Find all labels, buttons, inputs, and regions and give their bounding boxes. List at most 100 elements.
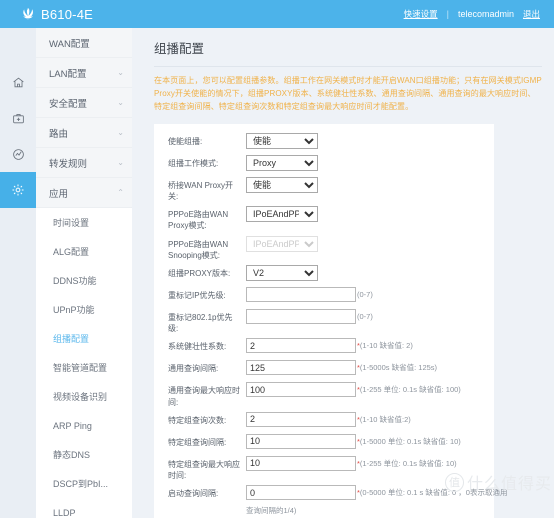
sidebar-subitem-label: 组播配置 xyxy=(53,334,90,344)
field-row-general-query-max-response-time: 通用查询最大响应时间: *(1-255 单位: 0.1s 缺省值: 100) xyxy=(168,382,494,407)
field-hint-wrap: *(1-255 单位: 0.1s 缺省值: 100) xyxy=(356,382,461,395)
chevron-up-icon: ⌃ xyxy=(117,187,124,197)
sidebar-item-video-device-id[interactable]: 视频设备识别 xyxy=(36,382,132,411)
chevron-down-icon: ⌄ xyxy=(117,97,124,107)
field-label: 重标记802.1p优先级: xyxy=(168,312,233,334)
system-robustness-input[interactable] xyxy=(246,338,356,354)
sidebar-subitem-label: 时间设置 xyxy=(53,218,90,228)
field-hint: (1-5000s 缺省值: 125s) xyxy=(359,363,438,373)
field-label: PPPoE路由WAN Snooping模式: xyxy=(168,239,229,260)
general-query-max-response-time-input[interactable] xyxy=(246,382,356,398)
router-admin-page: B610-4E 快速设置 | telecomadmin 退出 WAN配置 LAN… xyxy=(0,0,554,518)
sidebar-item-alg-config[interactable]: ALG配置 xyxy=(36,237,132,266)
speedometer-icon xyxy=(12,148,25,161)
remark-8021p-priority-input[interactable] xyxy=(246,308,356,324)
sidebar-item-label: 路由 xyxy=(49,128,69,140)
rail-item-home[interactable] xyxy=(0,64,36,100)
sidebar-item-label: 转发规则 xyxy=(49,158,88,170)
brand: B610-4E xyxy=(20,6,93,22)
field-label: 特定组查询次数: xyxy=(168,415,227,425)
gear-icon xyxy=(11,183,25,197)
field-hint: (1-255 单位: 0.1s 缺省值: 100) xyxy=(359,385,461,395)
sidebar-item-label: 安全配置 xyxy=(49,98,88,110)
field-control: Proxy xyxy=(246,154,318,171)
startup-query-interval-input[interactable] xyxy=(246,485,356,501)
sidebar-item-lan[interactable]: LAN配置 ⌄ xyxy=(36,58,132,88)
sidebar-item-label: LAN配置 xyxy=(49,68,87,80)
sidebar-item-dscp-to-pbit[interactable]: DSCP到PbI... xyxy=(36,469,132,498)
sidebar-subitem-label: 静态DNS xyxy=(53,450,91,460)
sidebar-subitem-label: ARP Ping xyxy=(53,420,92,431)
multicast-proxy-version-select[interactable]: V2 xyxy=(246,264,318,281)
rail-item-settings[interactable] xyxy=(0,172,42,208)
sidebar-item-wan[interactable]: WAN配置 xyxy=(36,28,132,58)
body-wrapper: WAN配置 LAN配置 ⌄ 安全配置 ⌄ 路由 ⌄ 转发规则 ⌄ 应用 ⌃ 时间… xyxy=(0,28,554,518)
field-label: 重标记IP优先级: xyxy=(168,290,226,300)
field-row-general-query-interval: 通用查询间隔: *(1-5000s 缺省值: 125s) xyxy=(168,360,494,378)
remark-ip-priority-input[interactable] xyxy=(246,286,356,302)
sidebar-item-security[interactable]: 安全配置 ⌄ xyxy=(36,88,132,118)
field-row-multicast-work-mode: 组播工作模式: Proxy xyxy=(168,154,494,173)
field-label: 启动查询间隔: xyxy=(168,489,219,499)
general-query-interval-input[interactable] xyxy=(246,360,356,376)
toolbox-icon xyxy=(12,112,25,125)
field-control: IPoEAndPPPoE xyxy=(246,206,318,223)
logout-link[interactable]: 退出 xyxy=(523,8,540,20)
field-label: 使能组播: xyxy=(168,136,203,146)
field-label: 系统健壮性系数: xyxy=(168,342,227,352)
rail-item-monitor[interactable] xyxy=(0,136,36,172)
field-hint: (0-7) xyxy=(357,289,373,299)
sidebar-item-upnp[interactable]: UPnP功能 xyxy=(36,295,132,324)
specific-group-query-interval-input[interactable] xyxy=(246,433,356,449)
page-title: 组播配置 xyxy=(154,38,542,67)
main-content: 组播配置 在本页面上，您可以配置组播参数。组播工作在网关模式时才能开启WAN口组… xyxy=(132,28,554,518)
field-hint-wrap: *(1-10 缺省值:2) xyxy=(356,412,411,425)
field-hint: (0-5000 单位: 0.1 s 缺省值: 0 ，0表示取通用 xyxy=(359,488,508,498)
field-row-remark-ip-priority: 重标记IP优先级: (0-7) xyxy=(168,286,494,305)
field-row-specific-group-query-count: 特定组查询次数: *(1-10 缺省值:2) xyxy=(168,411,494,430)
field-row-specific-group-query-interval: 特定组查询间隔: *(1-5000 单位: 0.1s 缺省值: 10) xyxy=(168,433,494,452)
rail-spacer xyxy=(0,28,36,64)
multicast-work-mode-select[interactable]: Proxy xyxy=(246,154,318,171)
specific-group-query-max-response-time-input[interactable] xyxy=(246,455,356,471)
field-row-bridge-wan-proxy: 桥接WAN Proxy开关: 使能 xyxy=(168,176,494,202)
multicast-config-panel: 使能组播: 使能 组播工作模式: Proxy 桥接WAN Proxy开关: 使能… xyxy=(154,123,507,518)
page-description: 在本页面上，您可以配置组播参数。组播工作在网关模式时才能开启WAN口组播功能；只… xyxy=(154,76,542,111)
sidebar-item-lldp[interactable]: LLDP xyxy=(36,498,132,518)
sidebar-item-routing[interactable]: 路由 ⌄ xyxy=(36,118,132,148)
sidebar-subitem-label: DSCP到PbI... xyxy=(53,479,109,489)
sidebar-menu: WAN配置 LAN配置 ⌄ 安全配置 ⌄ 路由 ⌄ 转发规则 ⌄ 应用 ⌃ 时间… xyxy=(36,28,132,518)
field-hint: (1-10 缺省值:2) xyxy=(359,414,411,424)
field-hint-wrap: *(1-255 单位: 0.1s 缺省值: 10) xyxy=(356,456,457,469)
field-label: 桥接WAN Proxy开关: xyxy=(168,180,234,202)
field-label: PPPoE路由WAN Proxy模式: xyxy=(168,210,229,231)
top-header: B610-4E 快速设置 | telecomadmin 退出 xyxy=(0,0,554,28)
field-row-remark-8021p-priority: 重标记802.1p优先级: (0-7) xyxy=(168,308,494,334)
field-hint: (1-5000 单位: 0.1s 缺省值: 10) xyxy=(359,436,461,446)
field-label: 通用查询最大响应时间: xyxy=(168,386,240,407)
sidebar-item-multicast-config[interactable]: 组播配置 xyxy=(36,324,132,353)
sidebar-subitem-label: 智能管道配置 xyxy=(53,363,108,373)
quick-setup-link[interactable]: 快速设置 xyxy=(404,8,438,20)
field-hint-wrap: *(0-5000 单位: 0.1 s 缺省值: 0 ，0表示取通用 xyxy=(356,485,507,498)
field-control: V2 xyxy=(246,264,318,281)
sidebar-item-smart-pipe[interactable]: 智能管道配置 xyxy=(36,353,132,382)
field-hint: (1-255 单位: 0.1s 缺省值: 10) xyxy=(359,458,457,468)
field-row-specific-group-query-max-response-time: 特定组查询最大响应时间: *(1-255 单位: 0.1s 缺省值: 10) xyxy=(168,455,494,481)
sidebar-item-static-dns[interactable]: 静态DNS xyxy=(36,440,132,469)
sidebar-item-forwarding-rules[interactable]: 转发规则 ⌄ xyxy=(36,148,132,178)
pppoe-route-wan-proxy-mode-select[interactable]: IPoEAndPPPoE xyxy=(246,206,318,223)
specific-group-query-count-input[interactable] xyxy=(246,411,356,427)
sidebar-item-time-settings[interactable]: 时间设置 xyxy=(36,208,132,237)
sidebar-item-applications[interactable]: 应用 ⌃ xyxy=(36,178,132,208)
chevron-down-icon: ⌄ xyxy=(117,157,124,167)
field-row-multicast-proxy-version: 组播PROXY版本: V2 xyxy=(168,264,494,283)
sidebar-item-arp-ping[interactable]: ARP Ping xyxy=(36,411,132,440)
rail-item-toolbox[interactable] xyxy=(0,100,36,136)
sidebar-item-ddns[interactable]: DDNS功能 xyxy=(36,266,132,295)
enable-multicast-select[interactable]: 使能 xyxy=(246,132,318,149)
sidebar-subitem-label: LLDP xyxy=(53,507,76,518)
bridge-wan-proxy-select[interactable]: 使能 xyxy=(246,176,318,193)
brand-name: B610-4E xyxy=(41,6,93,22)
username-label: telecomadmin xyxy=(457,9,514,19)
